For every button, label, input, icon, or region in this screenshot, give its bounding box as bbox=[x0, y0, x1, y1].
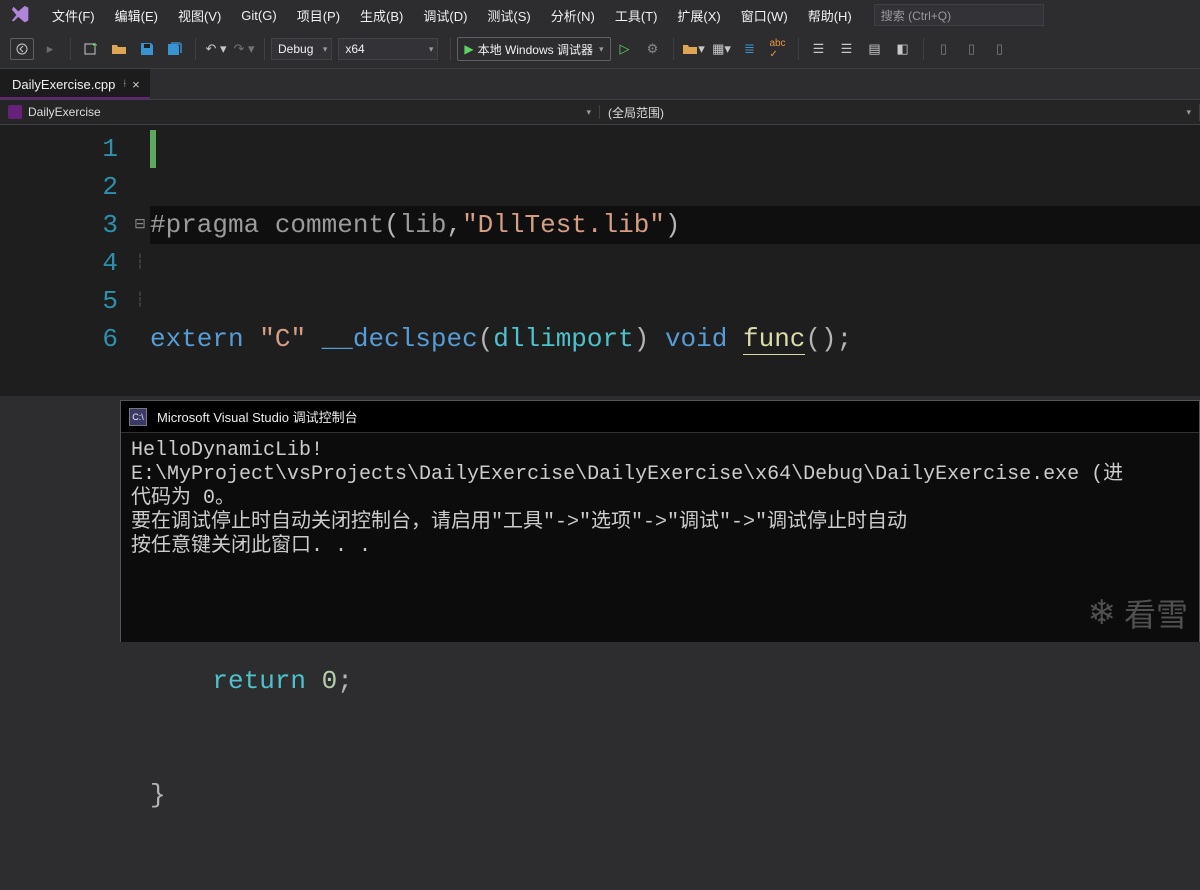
line-number: 5 bbox=[0, 282, 118, 320]
toolbar-sep bbox=[798, 38, 799, 60]
watermark-text: 看雪 bbox=[1124, 590, 1188, 636]
menu-file[interactable]: 文件(F) bbox=[42, 2, 105, 29]
attach-button[interactable]: ⚙ bbox=[641, 37, 665, 61]
menu-project[interactable]: 项目(P) bbox=[287, 2, 350, 29]
start-without-debug-button[interactable]: ▷ bbox=[613, 37, 637, 61]
nav-scope-dropdown[interactable]: (全局范围) ▾ bbox=[600, 104, 1200, 121]
nav-forward-button[interactable]: ▸ bbox=[38, 37, 62, 61]
file-tab-row: DailyExercise.cpp ⟊ × bbox=[0, 69, 1200, 99]
line-number: 1 bbox=[0, 130, 118, 168]
toolbar-sep bbox=[70, 38, 71, 60]
toolbar-sep bbox=[450, 38, 451, 60]
menu-help[interactable]: 帮助(H) bbox=[798, 2, 862, 29]
menu-git[interactable]: Git(G) bbox=[231, 4, 286, 27]
menu-tools[interactable]: 工具(T) bbox=[605, 2, 668, 29]
tb-indent-button[interactable]: ▤ bbox=[863, 37, 887, 61]
line-number: 6 bbox=[0, 320, 118, 358]
project-icon bbox=[8, 105, 22, 119]
watermark: ❄ 看雪 bbox=[1087, 590, 1188, 636]
line-number: 2 bbox=[0, 168, 118, 206]
play-icon: ▶ bbox=[464, 42, 473, 56]
code-editor[interactable]: 1 2 3 4 5 6 ⊟ ┆┆ #pragma comment(lib,"Dl… bbox=[0, 125, 1200, 378]
save-button[interactable] bbox=[135, 37, 159, 61]
tb-abc-button[interactable]: abc✓ bbox=[766, 37, 790, 61]
chevron-down-icon: ▾ bbox=[599, 44, 604, 55]
main-toolbar: ▸ ↶ ▾ ↷ ▾ Debug x64 ▶ 本地 Windows 调试器 ▾ ▷… bbox=[0, 30, 1200, 69]
code-area[interactable]: #pragma comment(lib,"DllTest.lib") exter… bbox=[150, 125, 1200, 378]
code-line: } bbox=[150, 776, 1200, 814]
menu-analyze[interactable]: 分析(N) bbox=[541, 2, 605, 29]
toolbar-sep bbox=[195, 38, 196, 60]
save-all-button[interactable] bbox=[163, 37, 187, 61]
nav-scope-label: (全局范围) bbox=[608, 104, 664, 121]
code-line: return 0; bbox=[150, 662, 1200, 700]
nav-project-dropdown[interactable]: DailyExercise ▾ bbox=[0, 105, 600, 119]
new-item-button[interactable] bbox=[79, 37, 103, 61]
menu-extensions[interactable]: 扩展(X) bbox=[667, 2, 730, 29]
menu-bar: 文件(F) 编辑(E) 视图(V) Git(G) 项目(P) 生成(B) 调试(… bbox=[0, 0, 1200, 30]
toolbar-sep bbox=[264, 38, 265, 60]
tb-uncomment-button[interactable]: ☰ bbox=[835, 37, 859, 61]
line-gutter: 1 2 3 4 5 6 bbox=[0, 125, 130, 378]
undo-button[interactable]: ↶ ▾ bbox=[204, 37, 228, 61]
tb-misc-2-button[interactable]: ▯ bbox=[960, 37, 984, 61]
tb-folder-button[interactable]: ▾ bbox=[682, 37, 706, 61]
nav-bar: DailyExercise ▾ (全局范围) ▾ bbox=[0, 99, 1200, 125]
pin-icon[interactable]: ⟊ bbox=[123, 78, 126, 91]
fold-column: ⊟ ┆┆ bbox=[130, 125, 150, 378]
nav-project-label: DailyExercise bbox=[28, 105, 101, 119]
chevron-down-icon: ▾ bbox=[1186, 107, 1191, 118]
start-debug-button[interactable]: ▶ 本地 Windows 调试器 ▾ bbox=[457, 37, 610, 61]
console-icon: C:\ bbox=[129, 408, 147, 426]
redo-button[interactable]: ↷ ▾ bbox=[232, 37, 256, 61]
menu-window[interactable]: 窗口(W) bbox=[731, 2, 798, 29]
tb-comment-button[interactable]: ≣ bbox=[738, 37, 762, 61]
open-file-button[interactable] bbox=[107, 37, 131, 61]
debugger-label: 本地 Windows 调试器 bbox=[478, 41, 593, 58]
tb-comment-out-button[interactable]: ☰ bbox=[807, 37, 831, 61]
file-tab-active[interactable]: DailyExercise.cpp ⟊ × bbox=[0, 69, 150, 99]
console-output: HelloDynamicLib! E:\MyProject\vsProjects… bbox=[121, 433, 1199, 565]
close-icon[interactable]: × bbox=[132, 77, 140, 92]
snowflake-icon: ❄ bbox=[1087, 593, 1116, 633]
menu-test[interactable]: 测试(S) bbox=[477, 2, 540, 29]
tb-bookmark-button[interactable]: ◧ bbox=[891, 37, 915, 61]
tb-class-button[interactable]: ▦▾ bbox=[710, 37, 734, 61]
toolbar-sep bbox=[673, 38, 674, 60]
debug-console-window[interactable]: C:\ Microsoft Visual Studio 调试控制台 HelloD… bbox=[120, 400, 1200, 642]
line-number: 3 bbox=[0, 206, 118, 244]
toolbar-sep bbox=[923, 38, 924, 60]
file-tab-label: DailyExercise.cpp bbox=[12, 77, 115, 92]
code-line: #pragma comment(lib,"DllTest.lib") bbox=[150, 206, 1200, 244]
console-titlebar[interactable]: C:\ Microsoft Visual Studio 调试控制台 bbox=[121, 401, 1199, 433]
tb-misc-1-button[interactable]: ▯ bbox=[932, 37, 956, 61]
search-box[interactable]: 搜索 (Ctrl+Q) bbox=[874, 4, 1044, 26]
tb-misc-3-button[interactable]: ▯ bbox=[988, 37, 1012, 61]
config-dropdown[interactable]: Debug bbox=[271, 38, 332, 60]
code-line: extern "C" __declspec(dllimport) void fu… bbox=[150, 320, 1200, 358]
console-title-label: Microsoft Visual Studio 调试控制台 bbox=[157, 407, 358, 426]
fold-toggle[interactable]: ⊟ bbox=[130, 206, 150, 244]
nav-back-button[interactable] bbox=[10, 38, 34, 60]
vs-logo-icon bbox=[10, 4, 32, 26]
chevron-down-icon: ▾ bbox=[586, 107, 591, 118]
line-number: 4 bbox=[0, 244, 118, 282]
platform-dropdown[interactable]: x64 bbox=[338, 38, 438, 60]
menu-view[interactable]: 视图(V) bbox=[168, 2, 231, 29]
menu-edit[interactable]: 编辑(E) bbox=[105, 2, 168, 29]
menu-debug[interactable]: 调试(D) bbox=[413, 2, 477, 29]
menu-build[interactable]: 生成(B) bbox=[350, 2, 413, 29]
